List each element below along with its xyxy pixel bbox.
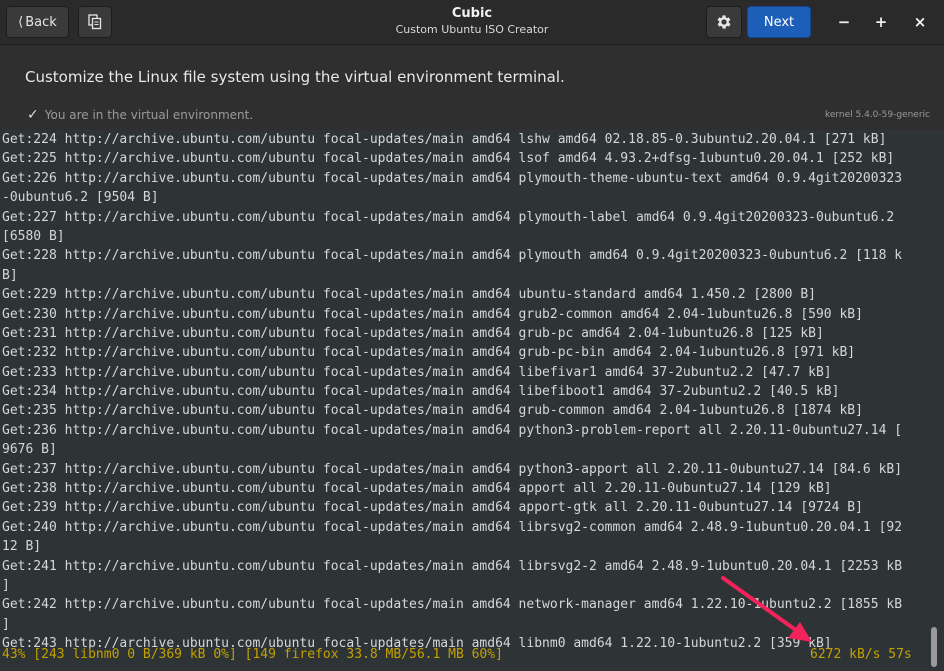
minimize-button[interactable]: − [832,10,856,34]
terminal-line: Get:234 http://archive.ubuntu.com/ubuntu… [2,384,840,400]
terminal-line: 12 B] [2,539,42,555]
terminal-line: Get:240 http://archive.ubuntu.com/ubuntu… [2,519,903,535]
terminal-line: Get:237 http://archive.ubuntu.com/ubuntu… [2,461,903,477]
download-progress-status: 43% [243 libnm0 0 B/369 kB 0%] [149 fire… [2,647,503,662]
terminal-line: Get:233 http://archive.ubuntu.com/ubuntu… [2,364,832,380]
terminal-line: Get:238 http://archive.ubuntu.com/ubuntu… [2,481,832,497]
terminal-line: Get:227 http://archive.ubuntu.com/ubuntu… [2,209,895,225]
terminal-line: Get:235 http://archive.ubuntu.com/ubuntu… [2,403,863,419]
terminal-line: Get:241 http://archive.ubuntu.com/ubuntu… [2,558,903,574]
next-button[interactable]: Next [747,6,811,38]
settings-button[interactable] [706,6,742,38]
terminal-line: Get:231 http://archive.ubuntu.com/ubuntu… [2,325,824,341]
terminal-line: B] [2,267,18,283]
back-chevron-icon: ⟨ [18,14,24,30]
terminal-scrollbar[interactable] [931,627,937,667]
terminal-line: Get:236 http://archive.ubuntu.com/ubuntu… [2,422,903,438]
terminal-line: ] [2,577,10,593]
terminal-line: Get:239 http://archive.ubuntu.com/ubuntu… [2,500,863,516]
terminal-line: Get:230 http://archive.ubuntu.com/ubuntu… [2,306,863,322]
terminal-line: Get:242 http://archive.ubuntu.com/ubuntu… [2,597,903,613]
environment-status: ✓ You are in the virtual environment. [27,106,253,124]
terminal-line: Get:228 http://archive.ubuntu.com/ubuntu… [2,248,903,264]
kernel-version: kernel 5.4.0-59-generic [824,110,930,120]
maximize-button[interactable]: + [869,10,893,34]
terminal-line: [6580 B] [2,228,65,244]
copy-icon [88,14,102,30]
terminal-line: 9676 B] [2,442,57,458]
copy-button[interactable] [78,6,112,38]
header-bar: ⟨ Back Cubic Custom Ubuntu ISO Creator Ne… [0,0,944,45]
title-area: Cubic Custom Ubuntu ISO Creator [322,6,622,38]
terminal-line: -0ubuntu6.2 [9504 B] [2,190,159,206]
terminal-line: Get:225 http://archive.ubuntu.com/ubuntu… [2,151,895,167]
app-title: Cubic [451,6,493,21]
close-button[interactable]: × [908,10,932,34]
app-subtitle: Custom Ubuntu ISO Creator [395,23,549,36]
download-rate: 6272 kB/s 57s [810,647,912,662]
check-icon: ✓ [27,107,39,123]
terminal-line: Get:226 http://archive.ubuntu.com/ubuntu… [2,170,903,186]
terminal-output: Get:224 http://archive.ubuntu.com/ubuntu… [2,130,930,654]
back-label: Back [25,14,57,30]
terminal-line: Get:232 http://archive.ubuntu.com/ubuntu… [2,345,856,361]
environment-status-text: You are in the virtual environment. [44,108,254,122]
terminal-line: Get:229 http://archive.ubuntu.com/ubuntu… [2,287,816,303]
back-button[interactable]: ⟨ Back [6,6,69,38]
cubic-window: ⟨ Back Cubic Custom Ubuntu ISO Creator Ne… [0,0,944,671]
virtual-terminal[interactable]: Get:224 http://archive.ubuntu.com/ubuntu… [0,130,944,671]
page-description: Customize the Linux file system using th… [25,68,565,86]
gear-icon [717,15,731,29]
terminal-line: ] [2,616,10,632]
terminal-line: Get:224 http://archive.ubuntu.com/ubuntu… [2,132,887,147]
